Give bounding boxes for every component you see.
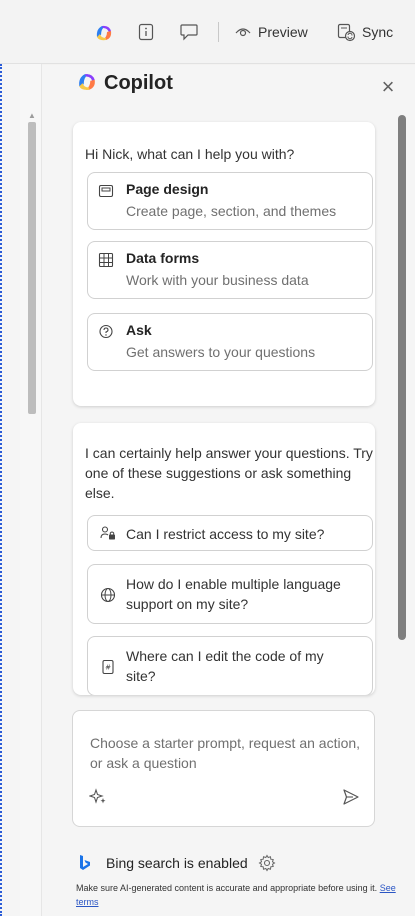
suggestion-text: How do I enable multiple language suppor…: [126, 576, 341, 612]
panel-header: Copilot ×: [42, 65, 415, 115]
question-bubble-icon: [99, 324, 113, 339]
globe-icon: [100, 587, 116, 603]
greeting-text: Hi Nick, what can I help you with?: [85, 146, 295, 162]
ai-disclaimer: Make sure AI-generated content is accura…: [76, 881, 396, 909]
option-title: Data forms: [126, 250, 200, 266]
suggestions-intro: I can certainly help answer your questio…: [85, 445, 373, 501]
suggestion-text: Where can I edit the code of my site?: [126, 648, 324, 684]
copilot-toolbar-button[interactable]: [94, 23, 114, 43]
welcome-card: Hi Nick, what can I help you with? Page …: [73, 122, 375, 406]
gear-icon[interactable]: [258, 854, 276, 872]
chat-input-placeholder: Choose a starter prompt, request an acti…: [90, 735, 361, 771]
option-title: Page design: [126, 181, 209, 197]
svg-text:#: #: [105, 664, 111, 672]
preview-button[interactable]: Preview: [234, 21, 308, 43]
panel-title: Copilot: [104, 72, 173, 94]
disclaimer-text: Make sure AI-generated content is accura…: [76, 883, 378, 893]
close-icon[interactable]: ×: [376, 75, 400, 99]
sync-button[interactable]: Sync: [336, 21, 393, 43]
option-ask[interactable]: Ask Get answers to your questions: [87, 313, 373, 371]
copilot-icon: [96, 25, 112, 41]
panel-scrollbar[interactable]: [398, 115, 406, 640]
suggestion-edit-code[interactable]: # Where can I edit the code of my site?: [87, 636, 373, 695]
chat-input[interactable]: Choose a starter prompt, request an acti…: [72, 710, 375, 827]
suggestions-card: I can certainly help answer your questio…: [73, 423, 375, 695]
send-icon[interactable]: [341, 787, 361, 807]
suggestion-language-support[interactable]: How do I enable multiple language suppor…: [87, 564, 373, 624]
eye-icon: [235, 28, 251, 37]
comments-toolbar-button[interactable]: [179, 23, 199, 41]
canvas-scrollbar[interactable]: [28, 122, 36, 414]
copilot-logo-icon: [79, 74, 95, 90]
option-subtitle: Work with your business data: [126, 272, 309, 288]
info-toolbar-button[interactable]: [137, 23, 155, 41]
top-toolbar: Preview Sync: [0, 0, 415, 64]
preview-label: Preview: [258, 24, 308, 40]
option-subtitle: Create page, section, and themes: [126, 203, 337, 219]
comment-icon: [180, 24, 198, 41]
copilot-panel: Copilot × Hi Nick, what can I help you w…: [42, 65, 415, 916]
suggestion-text: Can I restrict access to my site?: [126, 526, 325, 542]
code-file-icon: #: [102, 659, 114, 675]
toolbar-divider: [218, 22, 219, 42]
bing-status-row: Bing search is enabled: [78, 852, 276, 874]
option-title: Ask: [126, 322, 152, 338]
sync-icon: [337, 23, 356, 42]
table-grid-icon: [98, 252, 114, 268]
suggestion-restrict-access[interactable]: Can I restrict access to my site?: [87, 515, 373, 551]
option-data-forms[interactable]: Data forms Work with your business data: [87, 241, 373, 299]
canvas-scroll-up-icon[interactable]: ▲: [28, 112, 36, 120]
info-icon: [138, 23, 154, 41]
sparkle-prompts-icon[interactable]: [89, 787, 107, 805]
option-page-design[interactable]: Page design Create page, section, and th…: [87, 172, 373, 230]
people-lock-icon: [100, 526, 115, 540]
sync-label: Sync: [362, 24, 394, 40]
option-subtitle: Get answers to your questions: [126, 344, 316, 360]
page-layout-icon: [98, 184, 114, 198]
bing-logo-icon: [80, 855, 90, 870]
canvas-selection-edge: [0, 64, 20, 916]
bing-status-text: Bing search is enabled: [106, 855, 248, 871]
